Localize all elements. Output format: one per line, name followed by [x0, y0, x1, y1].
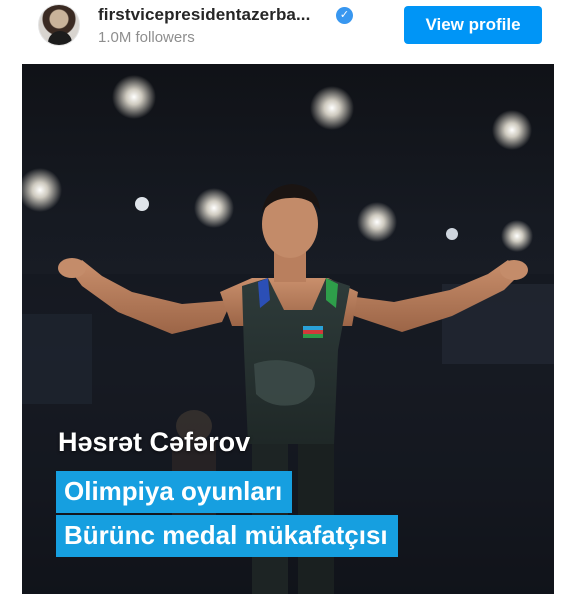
verified-badge-icon: ✓	[336, 7, 353, 24]
follower-count: 1.0M followers	[98, 29, 195, 46]
caption-olympic-games: Olimpiya oyunları	[56, 471, 293, 513]
post-header: firstvicepresidentazerba... ✓ 1.0M follo…	[0, 0, 576, 58]
post-image[interactable]: Həsrət Cəfərov Olimpiya oyunları Bürünc …	[22, 64, 554, 594]
view-profile-button[interactable]: View profile	[404, 6, 542, 44]
profile-avatar[interactable]	[38, 4, 80, 46]
avatar-figure	[48, 31, 72, 45]
athlete-name: Həsrət Cəfərov	[58, 427, 251, 457]
profile-username[interactable]: firstvicepresidentazerba...	[98, 5, 310, 25]
caption-bronze-medal: Bürünc medal mükafatçısı	[56, 515, 398, 557]
